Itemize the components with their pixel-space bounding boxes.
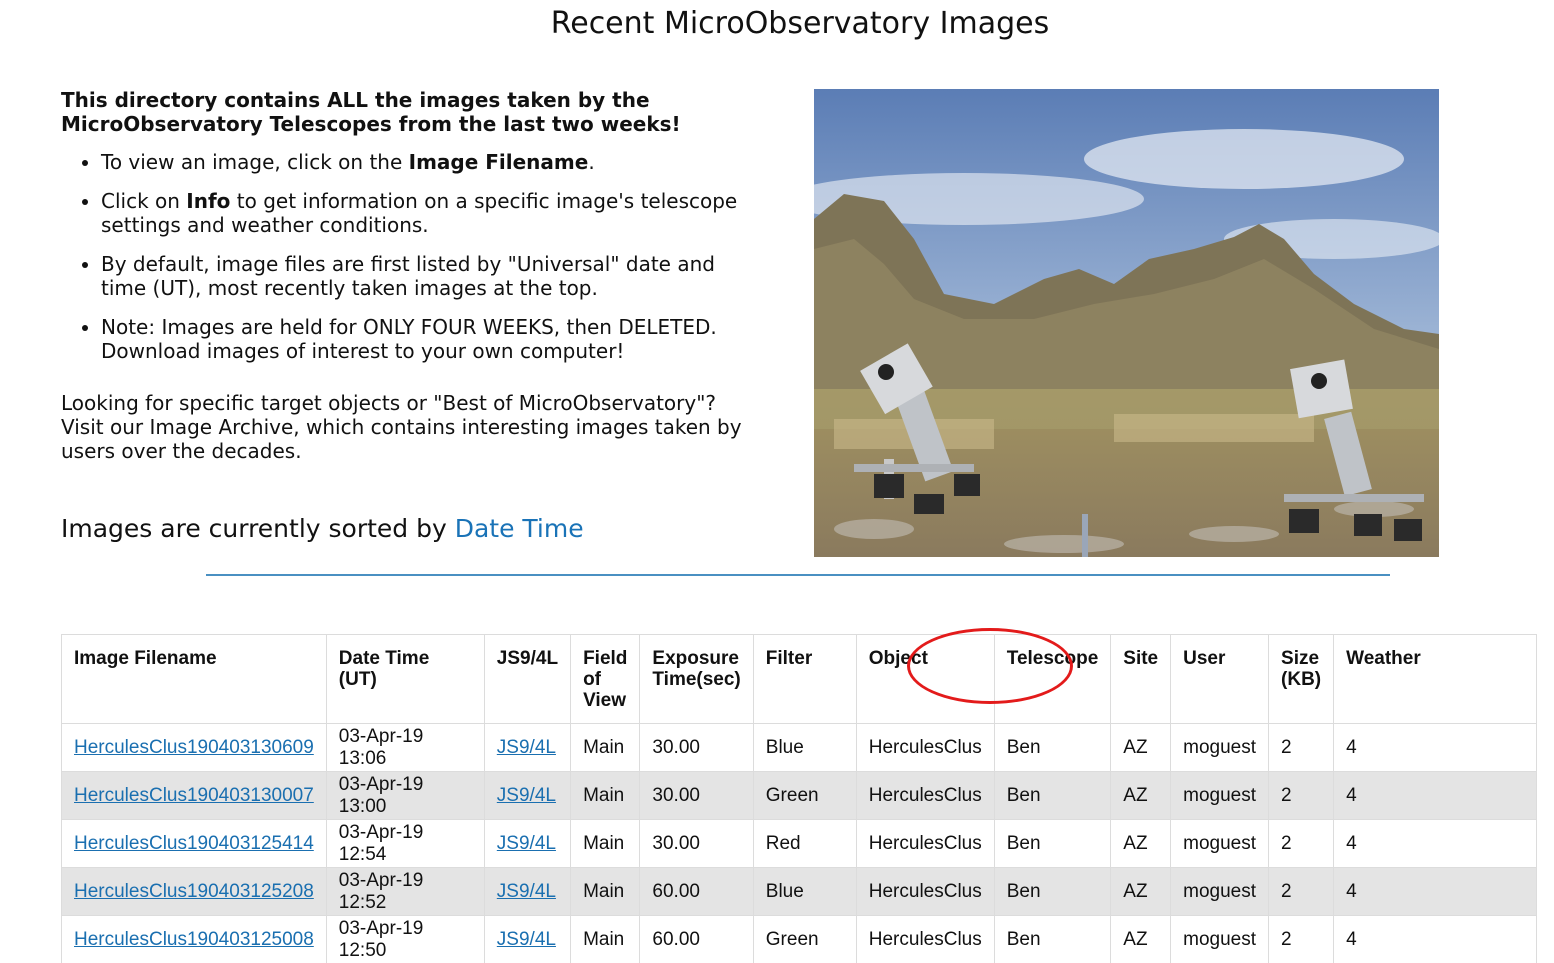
section-divider [206,574,1390,576]
telescope-cell: Ben [993,771,1112,820]
table-header-row: Image Filename Date Time (UT) JS9/4L Fie… [61,634,1537,724]
site-cell: AZ [1110,915,1172,963]
image-filename-term: Image Filename [408,150,589,174]
intro-lead: This directory contains ALL the images t… [61,88,681,136]
size-cell: 2 [1268,771,1335,820]
weather-cell: 4 [1333,819,1537,868]
sort-status: Images are currently sorted by Date Time [61,514,584,543]
object-cell: HerculesClus [855,867,995,916]
table-row: HerculesClus190403130007 03-Apr-19 13:00… [61,771,1537,820]
table-row: HerculesClus190403125414 03-Apr-19 12:54… [61,819,1537,868]
telescope-site-photo [814,89,1439,557]
user-cell: moguest [1170,867,1270,916]
object-cell: HerculesClus [855,771,995,820]
datetime-cell: 03-Apr-19 12:54 [325,819,485,868]
field-of-view-cell: Main [570,723,641,772]
exposure-cell: 30.00 [639,723,754,772]
info-term: Info [186,189,231,213]
image-filename-link[interactable]: HerculesClus190403130007 [74,785,314,806]
telescope-cell: Ben [993,867,1112,916]
column-header-size: Size (KB) [1268,634,1335,724]
column-header-telescope: Telescope [993,634,1112,724]
size-cell: 2 [1268,915,1335,963]
js9-link[interactable]: JS9/4L [497,881,556,902]
instruction-info: Click on Info to get information on a sp… [101,189,761,237]
exposure-cell: 60.00 [639,915,754,963]
js9-link[interactable]: JS9/4L [497,833,556,854]
js9-link[interactable]: JS9/4L [497,785,556,806]
size-cell: 2 [1268,867,1335,916]
column-header-user: User [1170,634,1270,724]
column-header-site: Site [1110,634,1172,724]
site-cell: AZ [1110,723,1172,772]
sort-field-link[interactable]: Date Time [455,514,584,543]
column-header-field-of-view: Field of View [570,634,641,724]
table-row: HerculesClus190403130609 03-Apr-19 13:06… [61,723,1537,772]
datetime-cell: 03-Apr-19 13:00 [325,771,485,820]
size-cell: 2 [1268,723,1335,772]
table-row: HerculesClus190403125008 03-Apr-19 12:50… [61,915,1537,963]
site-cell: AZ [1110,867,1172,916]
telescope-cell: Ben [993,723,1112,772]
instructions-list: To view an image, click on the Image Fil… [61,150,761,363]
datetime-cell: 03-Apr-19 12:52 [325,867,485,916]
filter-cell: Blue [752,867,857,916]
exposure-cell: 30.00 [639,819,754,868]
field-of-view-cell: Main [570,915,641,963]
sort-status-label: Images are currently sorted by [61,514,455,543]
exposure-cell: 30.00 [639,771,754,820]
archive-note: Looking for specific target objects or "… [61,391,742,463]
weather-cell: 4 [1333,723,1537,772]
column-header-filter: Filter [752,634,857,724]
site-cell: AZ [1110,771,1172,820]
datetime-cell: 03-Apr-19 12:50 [325,915,485,963]
field-of-view-cell: Main [570,819,641,868]
column-header-datetime: Date Time (UT) [325,634,485,724]
page: Recent MicroObservatory Images This dire… [0,0,1554,963]
instruction-default-sort: By default, image files are first listed… [101,252,761,300]
weather-cell: 4 [1333,771,1537,820]
page-title: Recent MicroObservatory Images [550,6,1050,41]
weather-cell: 4 [1333,915,1537,963]
column-header-js9: JS9/4L [483,634,572,724]
js9-link[interactable]: JS9/4L [497,929,556,950]
js9-link[interactable]: JS9/4L [497,737,556,758]
instruction-view-image: To view an image, click on the Image Fil… [101,150,761,174]
exposure-cell: 60.00 [639,867,754,916]
filter-cell: Green [752,915,857,963]
site-cell: AZ [1110,819,1172,868]
user-cell: moguest [1170,771,1270,820]
column-header-filename: Image Filename [61,634,327,724]
datetime-cell: 03-Apr-19 13:06 [325,723,485,772]
object-cell: HerculesClus [855,915,995,963]
image-filename-link[interactable]: HerculesClus190403125208 [74,881,314,902]
object-cell: HerculesClus [855,723,995,772]
image-filename-link[interactable]: HerculesClus190403130609 [74,737,314,758]
size-cell: 2 [1268,819,1335,868]
filter-cell: Red [752,819,857,868]
instruction-retention-note: Note: Images are held for ONLY FOUR WEEK… [101,315,761,363]
image-filename-link[interactable]: HerculesClus190403125008 [74,929,314,950]
weather-cell: 4 [1333,867,1537,916]
filter-cell: Blue [752,723,857,772]
column-header-weather: Weather [1333,634,1537,724]
user-cell: moguest [1170,723,1270,772]
field-of-view-cell: Main [570,867,641,916]
object-cell: HerculesClus [855,819,995,868]
user-cell: moguest [1170,915,1270,963]
field-of-view-cell: Main [570,771,641,820]
table-row: HerculesClus190403125208 03-Apr-19 12:52… [61,867,1537,916]
images-table: Image Filename Date Time (UT) JS9/4L Fie… [61,634,1537,963]
filter-cell: Green [752,771,857,820]
column-header-exposure: Exposure Time(sec) [639,634,754,724]
column-header-object: Object [855,634,995,724]
telescope-cell: Ben [993,915,1112,963]
intro-section: This directory contains ALL the images t… [61,88,761,463]
image-filename-link[interactable]: HerculesClus190403125414 [74,833,314,854]
telescope-cell: Ben [993,819,1112,868]
user-cell: moguest [1170,819,1270,868]
